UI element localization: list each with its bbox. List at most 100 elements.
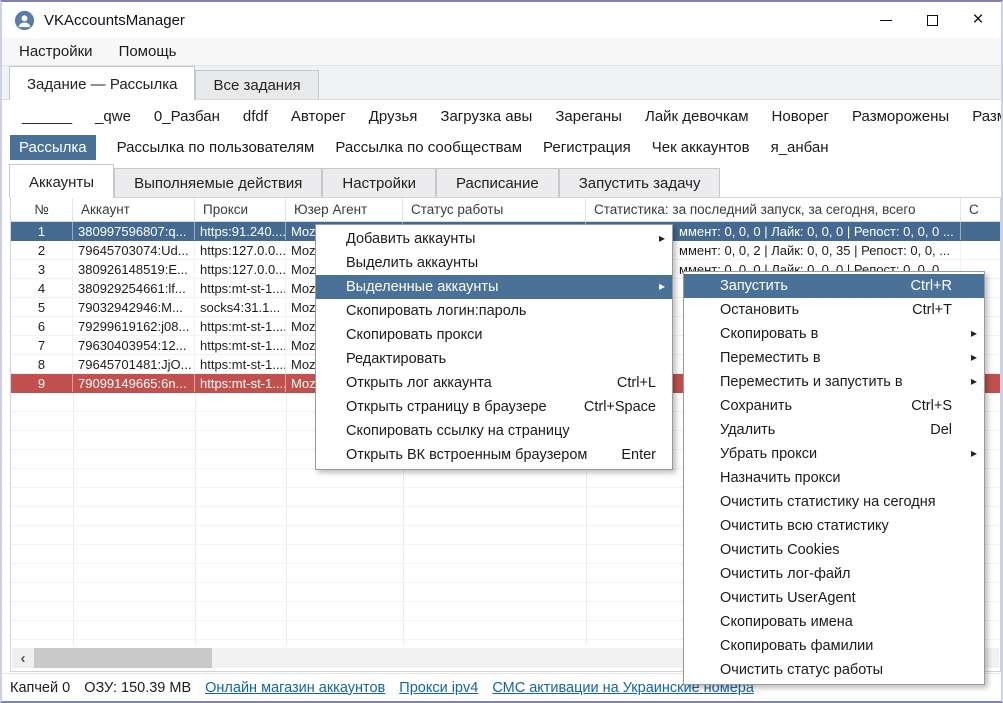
cell-account: 380997596807:q... <box>73 222 195 240</box>
menu-shortcut: Enter <box>621 447 662 463</box>
task-tab[interactable]: Друзья <box>369 108 418 125</box>
menu-item-label: Назначить прокси <box>720 470 841 486</box>
submenu-arrow-icon: ▸ <box>971 326 977 340</box>
menu-shortcut: Ctrl+Space <box>584 399 662 415</box>
task-tab[interactable]: Новорег <box>772 108 829 125</box>
cell-number: 7 <box>11 336 73 354</box>
submenu-item[interactable]: Сохранить Ctrl+S <box>684 394 984 418</box>
cell-number: 8 <box>11 355 73 373</box>
submenu-item[interactable]: Скопировать в ▸ <box>684 322 984 346</box>
task-tab[interactable]: Рассылка <box>10 135 96 160</box>
table-header-cell[interactable]: Прокси <box>195 198 286 221</box>
submenu-item[interactable]: Удалить Del <box>684 418 984 442</box>
submenu-item[interactable]: Очистить Cookies <box>684 538 984 562</box>
context-menu-item[interactable]: Редактировать <box>316 347 672 371</box>
context-menu-item[interactable]: Скопировать ссылку на страницу <box>316 419 672 443</box>
submenu-item[interactable]: Переместить и запустить в ▸ <box>684 370 984 394</box>
cell-proxy: https:mt-st-1.... <box>195 279 286 297</box>
selected-accounts-submenu: Запустить Ctrl+R Остановить Ctrl+T Скопи… <box>683 271 985 685</box>
submenu-item[interactable]: Запустить Ctrl+R <box>684 274 984 298</box>
task-tab[interactable]: Рассылка по сообществам <box>335 139 522 156</box>
scroll-left-icon[interactable]: ‹ <box>12 648 34 668</box>
table-header-cell[interactable]: Статистика: за последний запуск, за сего… <box>586 198 961 221</box>
context-menu-item[interactable]: Добавить аккаунты ▸ <box>316 227 672 251</box>
task-tab[interactable]: dfdf <box>243 108 268 125</box>
app-user-icon <box>14 10 35 31</box>
submenu-item[interactable]: Очистить статус работы <box>684 658 984 682</box>
inner-tab[interactable]: Расписание <box>436 168 559 197</box>
inner-tab[interactable]: Аккаунты <box>9 164 114 198</box>
table-header-cell[interactable]: Аккаунт <box>73 198 195 221</box>
menu-item-label: Переместить и запустить в <box>720 374 903 390</box>
submenu-item[interactable]: Назначить прокси <box>684 466 984 490</box>
submenu-item[interactable]: Очистить всю статистику <box>684 514 984 538</box>
submenu-arrow-icon: ▸ <box>971 446 977 460</box>
menu-item-label: Открыть страницу в браузере <box>346 399 547 415</box>
scrollbar-thumb[interactable] <box>34 648 212 668</box>
table-header-row: №АккаунтПроксиЮзер АгентСтатус работыСта… <box>11 198 1000 222</box>
menu-item-label: Переместить в <box>720 350 821 366</box>
cell-number: 2 <box>11 241 73 259</box>
statusbar-link[interactable]: Прокси ipv4 <box>399 680 478 696</box>
cell-proxy: socks4:31.1... <box>195 298 286 316</box>
submenu-item[interactable]: Очистить лог-файл <box>684 562 984 586</box>
submenu-item[interactable]: Остановить Ctrl+T <box>684 298 984 322</box>
task-tab[interactable]: Загрузка авы <box>440 108 532 125</box>
submenu-item[interactable]: Очистить UserAgent <box>684 586 984 610</box>
submenu-item[interactable]: Очистить статистику на сегодня <box>684 490 984 514</box>
menu-item-label: Удалить <box>720 422 775 438</box>
table-header-cell[interactable]: С <box>961 198 1000 221</box>
task-tab[interactable]: 0_Разбан <box>154 108 220 125</box>
menu-item-label: Очистить статус работы <box>720 662 883 678</box>
task-tab[interactable]: Лайк девочкам <box>645 108 749 125</box>
task-tab[interactable]: Чек аккаунтов <box>652 139 750 156</box>
context-menu-item[interactable]: Открыть ВК встроенным браузером Enter <box>316 443 672 467</box>
inner-tab[interactable]: Запустить задачу <box>559 168 721 197</box>
context-menu-item[interactable]: Выделенные аккаунты ▸ <box>316 275 672 299</box>
cell-account: 79299619162:j08... <box>73 317 195 335</box>
menu-item-label: Скопировать имена <box>720 614 853 630</box>
cell-proxy: https:mt-st-1.... <box>195 374 286 392</box>
cell-number: 1 <box>11 222 73 240</box>
submenu-item[interactable]: Скопировать имена <box>684 610 984 634</box>
task-tab[interactable]: Разморожены <box>852 108 949 125</box>
task-tab[interactable]: Разморозка <box>972 108 1003 125</box>
submenu-item[interactable]: Переместить в ▸ <box>684 346 984 370</box>
statusbar-link[interactable]: Онлайн магазин аккаунтов <box>205 680 385 696</box>
task-tab[interactable]: _qwe <box>95 108 131 125</box>
submenu-item[interactable]: Убрать прокси ▸ <box>684 442 984 466</box>
main-tab[interactable]: Все задания <box>195 70 318 99</box>
submenu-item[interactable]: Скопировать фамилии <box>684 634 984 658</box>
task-tab[interactable]: Авторег <box>291 108 346 125</box>
statusbar-links: Онлайн магазин аккаунтовПрокси ipv4СМС а… <box>205 680 754 696</box>
cell-account: 79099149665:6n... <box>73 374 195 392</box>
cell-proxy: https:mt-st-1.... <box>195 355 286 373</box>
table-header-cell[interactable]: Статус работы <box>403 198 586 221</box>
context-menu-item[interactable]: Открыть страницу в браузере Ctrl+Space <box>316 395 672 419</box>
menu-item-label: Очистить статистику на сегодня <box>720 494 936 510</box>
inner-tab[interactable]: Настройки <box>322 168 436 197</box>
cell-number: 9 <box>11 374 73 392</box>
context-menu-item[interactable]: Выделить аккаунты <box>316 251 672 275</box>
cell-proxy: https:91.240.... <box>195 222 286 240</box>
table-header-cell[interactable]: № <box>11 198 73 221</box>
context-menu-item[interactable]: Скопировать логин:пароль <box>316 299 672 323</box>
table-header-cell[interactable]: Юзер Агент <box>286 198 403 221</box>
inner-tab[interactable]: Выполняемые действия <box>114 168 322 197</box>
menubar-item[interactable]: Помощь <box>106 39 190 64</box>
cell-proxy: https:127.0.0.... <box>195 260 286 278</box>
menubar-item[interactable]: Настройки <box>6 39 106 64</box>
menu-item-label: Скопировать в <box>720 326 818 342</box>
close-icon[interactable]: × <box>955 2 1001 38</box>
minimize-icon[interactable] <box>863 2 909 38</box>
task-tab[interactable]: ______ <box>22 108 72 125</box>
main-tab[interactable]: Задание — Рассылка <box>9 66 195 100</box>
maximize-icon[interactable] <box>909 2 955 38</box>
task-tab[interactable]: Регистрация <box>543 139 631 156</box>
context-menu-item[interactable]: Открыть лог аккаунта Ctrl+L <box>316 371 672 395</box>
context-menu-item[interactable]: Скопировать прокси <box>316 323 672 347</box>
task-tab[interactable]: я_анбан <box>771 139 829 156</box>
title-bar: VKAccountsManager × <box>2 2 1001 38</box>
task-tab[interactable]: Зареганы <box>555 108 622 125</box>
task-tab[interactable]: Рассылка по пользователям <box>117 139 315 156</box>
